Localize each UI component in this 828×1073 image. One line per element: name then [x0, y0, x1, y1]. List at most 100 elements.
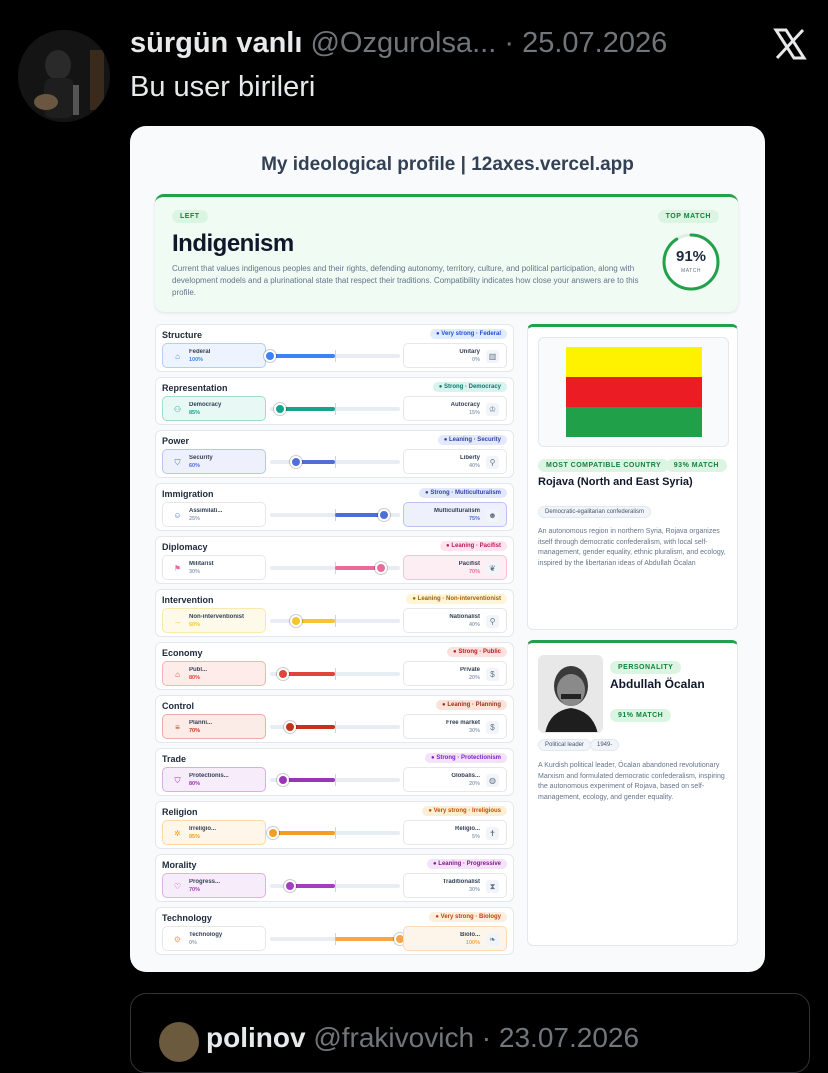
axis-fill [289, 884, 335, 888]
person-description: A Kurdish political leader, Öcalan aband… [538, 762, 725, 801]
tweet-header: sürgün vanlı @Ozgurolsa... · 25.07.2026 [130, 26, 667, 60]
axis-verdict-badge: ● Strong · Public [447, 647, 507, 657]
axis-right-percent: 30% [468, 887, 480, 893]
quoted-tweet[interactable]: polinov @frakivovich · 23.07.2026 [130, 993, 810, 1073]
tweet-text: Bu user birileri [130, 71, 316, 103]
bank-icon: ⌂ [175, 352, 180, 361]
gear-icon: ⚙ [173, 935, 182, 944]
axis-left-label: Security [189, 455, 213, 461]
tweet-date[interactable]: 25.07.2026 [522, 27, 667, 59]
axis-center-tick [335, 615, 336, 627]
axis-right-label: Free market [445, 720, 480, 726]
axis-left-label: Protectionis... [189, 773, 229, 779]
dove-icon: ❦ [486, 562, 499, 575]
axis-left-percent: 85% [189, 410, 201, 416]
axis-right-pole: Multiculturalism 75% ☻ [403, 502, 507, 527]
cross-icon: ✝ [486, 827, 499, 840]
axis-right-pole: Free market 30% $ [403, 714, 507, 739]
axis-left-percent: 0% [189, 940, 197, 946]
axis-center-tick [335, 403, 336, 415]
axis-row-structure: Structure ● Very strong · Federal ⌂ Fede… [155, 324, 514, 372]
crown-icon: ♔ [486, 403, 499, 416]
axis-name: Trade [162, 754, 187, 764]
axis-right-label: Private [459, 667, 480, 673]
axis-left-label: Democracy [189, 402, 222, 408]
flag-icon: ⚑ [173, 564, 182, 573]
atom-icon: ✲ [174, 829, 181, 838]
axis-right-pole: Traditionalist 30% ⧗ [403, 873, 507, 898]
author-handle[interactable]: @Ozgurolsa... [310, 27, 496, 59]
quoted-header: polinov @frakivovich · 23.07.2026 [206, 1022, 639, 1054]
axis-center-tick [335, 721, 336, 733]
shield-icon: ⛉ [174, 458, 181, 467]
flag-stripe-bottom [566, 407, 702, 437]
flag-frame [538, 337, 729, 447]
quoted-date[interactable]: 23.07.2026 [499, 1022, 639, 1053]
axis-knob [283, 721, 296, 733]
quoted-handle[interactable]: @frakivovich [313, 1022, 474, 1053]
axis-right-percent: 100% [465, 940, 480, 946]
axis-row-control: Control ● Leaning · Planning ≡ Planni...… [155, 695, 514, 743]
axis-left-pole: ♡ Progress... 70% [162, 873, 266, 898]
torch-icon: ⚲ [486, 456, 499, 469]
axis-fill [283, 778, 335, 782]
axis-left-pole: ✲ Irreligio... 95% [162, 820, 266, 845]
axis-row-power: Power ● Leaning · Security ⛉ Security 60… [155, 430, 514, 478]
axis-knob [273, 403, 286, 415]
axis-knob [290, 456, 302, 468]
personality-label: PERSONALITY [610, 661, 682, 674]
axis-right-percent: 40% [468, 622, 480, 628]
axis-right-percent: 70% [468, 569, 480, 575]
axis-center-tick [335, 350, 336, 362]
axis-name: Religion [162, 807, 198, 817]
country-tag: Democratic-egalitarian confederalism [538, 506, 652, 518]
top-match-panel: LEFT TOP MATCH Indigenism Current that v… [155, 194, 738, 312]
axis-left-percent: 100% [189, 357, 204, 363]
dollar-icon: $ [486, 668, 499, 681]
axis-fill [335, 937, 400, 941]
axis-left-pole: ⚇ Democracy 85% [162, 396, 266, 421]
axis-name: Control [162, 701, 194, 711]
quoted-avatar[interactable] [159, 1022, 199, 1062]
axis-right-label: Liberty [459, 455, 480, 461]
axis-right-label: Pacifist [458, 561, 480, 567]
axis-right-label: Traditionalist [442, 879, 480, 885]
pin-icon: ⚲ [486, 615, 499, 628]
quoted-author-name[interactable]: polinov [206, 1022, 306, 1053]
axis-fill [289, 725, 335, 729]
person-match: 91% MATCH [610, 709, 672, 722]
axis-right-percent: 15% [468, 410, 480, 416]
axis-row-technology: Technology ● Very strong · Biology ⚙ Tec… [155, 907, 514, 955]
axis-left-pole: ⛉ Security 60% [162, 449, 266, 474]
axis-name: Economy [162, 648, 203, 658]
axis-row-economy: Economy ● Strong · Public ⌂ Publ... 80% … [155, 642, 514, 690]
axis-left-label: Assimilati... [189, 508, 223, 514]
axis-left-pole: → Non-interventionist 60% [162, 608, 266, 633]
axis-left-pole: ☺ Assimilati... 25% [162, 502, 266, 527]
hourglass-icon: ⧗ [486, 880, 499, 893]
axis-right-percent: 0% [472, 357, 480, 363]
axis-row-religion: Religion ● Very strong · Irreligious ✲ I… [155, 801, 514, 849]
country-description: An autonomous region in northern Syria, … [538, 528, 726, 567]
side-badge: LEFT [172, 210, 208, 223]
axis-left-percent: 25% [189, 516, 201, 522]
attached-image[interactable]: My ideological profile | 12axes.vercel.a… [130, 126, 765, 972]
axis-right-pole: Biolo... 100% ❧ [403, 926, 507, 951]
x-logo-icon[interactable] [770, 24, 810, 64]
axis-right-label: Biolo... [460, 932, 480, 938]
author-name[interactable]: sürgün vanlı [130, 27, 302, 59]
country-name: Rojava (North and East Syria) [538, 476, 693, 488]
axis-center-tick [335, 668, 336, 680]
axis-right-pole: Autocracy 15% ♔ [403, 396, 507, 421]
shield-icon: ⛉ [174, 776, 181, 785]
axis-left-label: Militarist [189, 561, 214, 567]
personality-card: PERSONALITY Abdullah Öcalan 91% MATCH Po… [527, 640, 738, 946]
axis-verdict-badge: ● Very strong · Irreligious [422, 806, 507, 816]
author-avatar[interactable] [18, 30, 110, 122]
people-icon: ⚇ [173, 405, 182, 414]
axis-left-pole: ⛉ Protectionis... 80% [162, 767, 266, 792]
flag-stripe-middle [566, 377, 702, 407]
axis-right-pole: Nationalist 40% ⚲ [403, 608, 507, 633]
axis-row-immigration: Immigration ● Strong · Multiculturalism … [155, 483, 514, 531]
flag-stripe-top [566, 347, 702, 377]
